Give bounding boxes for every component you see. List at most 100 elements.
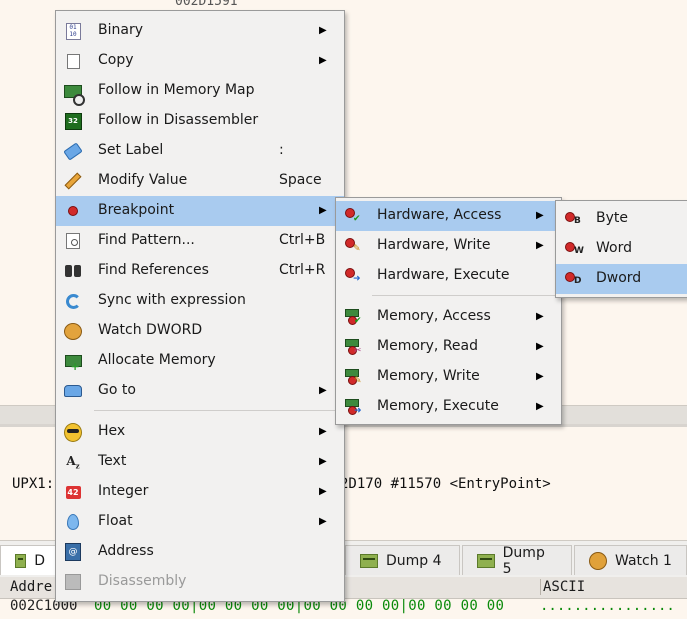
submenu-arrow-icon: ▶ — [536, 341, 544, 352]
menu-item-label: Memory, Execute — [377, 398, 499, 414]
goto-icon — [64, 382, 82, 400]
submenu-arrow-icon: ▶ — [536, 371, 544, 382]
menu-item-binary[interactable]: 01 10 Binary ▶ — [56, 16, 344, 46]
menu-item-label: Set Label — [98, 142, 164, 158]
sync-icon — [64, 292, 82, 310]
submenu-item-hardware-execute[interactable]: ➜ Hardware, Execute — [336, 261, 561, 291]
copy-icon — [62, 50, 82, 70]
menu-item-label: Allocate Memory — [98, 352, 216, 368]
submenu-item-byte[interactable]: B Byte — [556, 204, 687, 234]
menu-item-label: Copy — [98, 52, 134, 68]
submenu-item-memory-execute[interactable]: ➜ Memory, Execute ▶ — [336, 392, 561, 422]
submenu-item-hardware-access[interactable]: ✔ Hardware, Access ▶ — [336, 201, 561, 231]
menu-item-address[interactable]: @ Address — [56, 537, 344, 567]
integer-icon: 42 — [65, 485, 81, 499]
address-column-header[interactable]: Addre — [10, 579, 52, 595]
menu-item-label: Hardware, Write — [377, 237, 491, 253]
menu-item-float[interactable]: Float ▶ — [56, 507, 344, 537]
menu-item-find-references[interactable]: Find References Ctrl+R — [56, 256, 344, 286]
menu-item-shortcut: Ctrl+B — [279, 232, 326, 248]
tab-label: Watch 1 — [615, 552, 672, 569]
menu-item-label: Follow in Disassembler — [98, 112, 259, 128]
submenu-arrow-icon: ▶ — [319, 55, 327, 66]
watch-icon — [64, 322, 82, 340]
breakpoint-icon — [64, 202, 82, 220]
hardware-access-breakpoint-icon: ✔ — [344, 207, 362, 225]
menu-item-shortcut: : — [279, 142, 284, 158]
dump-row-ascii: ................ — [540, 598, 675, 614]
menu-item-follow-memory-map[interactable]: Follow in Memory Map — [56, 76, 344, 106]
tab-label: Dump 4 — [386, 552, 442, 569]
disassembly-partial-text: 002D1591 — [175, 0, 238, 9]
tab-label: Dump 5 — [502, 544, 545, 577]
menu-item-find-pattern[interactable]: Find Pattern... Ctrl+B — [56, 226, 344, 256]
menu-separator — [372, 295, 557, 296]
menu-item-hex[interactable]: Hex ▶ — [56, 417, 344, 447]
dump-icon — [360, 553, 378, 568]
size-badge: D — [574, 276, 582, 286]
find-pattern-icon — [64, 232, 82, 250]
watch-icon — [589, 551, 607, 570]
menu-item-set-label[interactable]: Set Label : — [56, 136, 344, 166]
menu-item-goto[interactable]: Go to ▶ — [56, 376, 344, 406]
tab-dump-5[interactable]: Dump 5 — [462, 544, 572, 577]
submenu-item-dword[interactable]: D Dword — [556, 264, 687, 294]
disassembly-icon — [64, 573, 82, 591]
submenu-item-memory-write[interactable]: ✎ Memory, Write ▶ — [336, 362, 561, 392]
submenu-arrow-icon: ▶ — [319, 486, 327, 497]
dword-breakpoint-icon: D — [564, 270, 582, 288]
word-breakpoint-icon: W — [564, 240, 584, 258]
float-icon — [64, 513, 82, 531]
memory-access-breakpoint-icon: ✔ — [344, 308, 362, 326]
menu-item-label: Modify Value — [98, 172, 188, 188]
size-badge: B — [574, 216, 581, 226]
memory-write-breakpoint-icon: ✎ — [344, 368, 362, 386]
size-badge: W — [574, 246, 584, 256]
menu-item-allocate-memory[interactable]: Allocate Memory — [56, 346, 344, 376]
submenu-item-hardware-write[interactable]: ✎ Hardware, Write ▶ — [336, 231, 561, 261]
menu-item-label: Hex — [98, 423, 126, 439]
submenu-arrow-icon: ▶ — [319, 385, 327, 396]
menu-item-label: Memory, Write — [377, 368, 480, 384]
menu-item-sync-expression[interactable]: Sync with expression — [56, 286, 344, 316]
menu-item-watch-dword[interactable]: Watch DWORD — [56, 316, 344, 346]
menu-item-label: Float — [98, 513, 133, 529]
menu-item-label: Follow in Memory Map — [98, 82, 255, 98]
disassembler-icon: 32 — [64, 112, 82, 130]
menu-item-label: Word — [596, 240, 632, 256]
binary-icon: 01 10 — [64, 22, 82, 40]
submenu-arrow-icon: ▶ — [536, 311, 544, 322]
submenu-item-memory-access[interactable]: ✔ Memory, Access ▶ — [336, 302, 561, 332]
menu-item-label: Dword — [596, 270, 642, 286]
hardware-write-breakpoint-icon: ✎ — [344, 237, 362, 255]
menu-item-label: Memory, Read — [377, 338, 479, 354]
binoculars-icon — [64, 262, 82, 280]
breakpoint-size-submenu: B Byte W Word D Dword — [555, 200, 687, 298]
tab-dump-1[interactable]: D — [0, 545, 60, 575]
memory-read-breakpoint-icon: ✂ — [344, 338, 362, 356]
submenu-arrow-icon: ▶ — [319, 25, 327, 36]
menu-item-label: Text — [98, 453, 127, 469]
menu-item-label: Sync with expression — [98, 292, 246, 308]
menu-item-shortcut: Ctrl+R — [279, 262, 326, 278]
menu-item-breakpoint[interactable]: Breakpoint ▶ — [56, 196, 344, 226]
menu-item-integer[interactable]: 42 Integer ▶ — [56, 477, 344, 507]
menu-item-modify-value[interactable]: Modify Value Space — [56, 166, 344, 196]
memory-execute-breakpoint-icon: ➜ — [344, 398, 362, 416]
menu-item-copy[interactable]: Copy ▶ — [56, 46, 344, 76]
tab-watch-1[interactable]: Watch 1 — [574, 545, 687, 575]
tab-dump-4[interactable]: Dump 4 — [345, 545, 460, 575]
ascii-column-header[interactable]: ASCII — [540, 579, 585, 595]
dump-icon — [477, 553, 495, 568]
menu-item-text[interactable]: Az Text ▶ — [56, 447, 344, 477]
hex-icon — [64, 422, 82, 442]
menu-item-label: Hardware, Access — [377, 207, 502, 223]
menu-item-follow-disassembler[interactable]: 32 Follow in Disassembler — [56, 106, 344, 136]
submenu-item-memory-read[interactable]: ✂ Memory, Read ▶ — [336, 332, 561, 362]
submenu-item-word[interactable]: W Word — [556, 234, 687, 264]
menu-item-disassembly: Disassembly — [56, 567, 344, 597]
allocate-memory-icon — [64, 352, 82, 373]
tab-label: D — [34, 552, 45, 569]
menu-separator — [94, 410, 340, 411]
hardware-execute-breakpoint-icon: ➜ — [344, 267, 362, 285]
